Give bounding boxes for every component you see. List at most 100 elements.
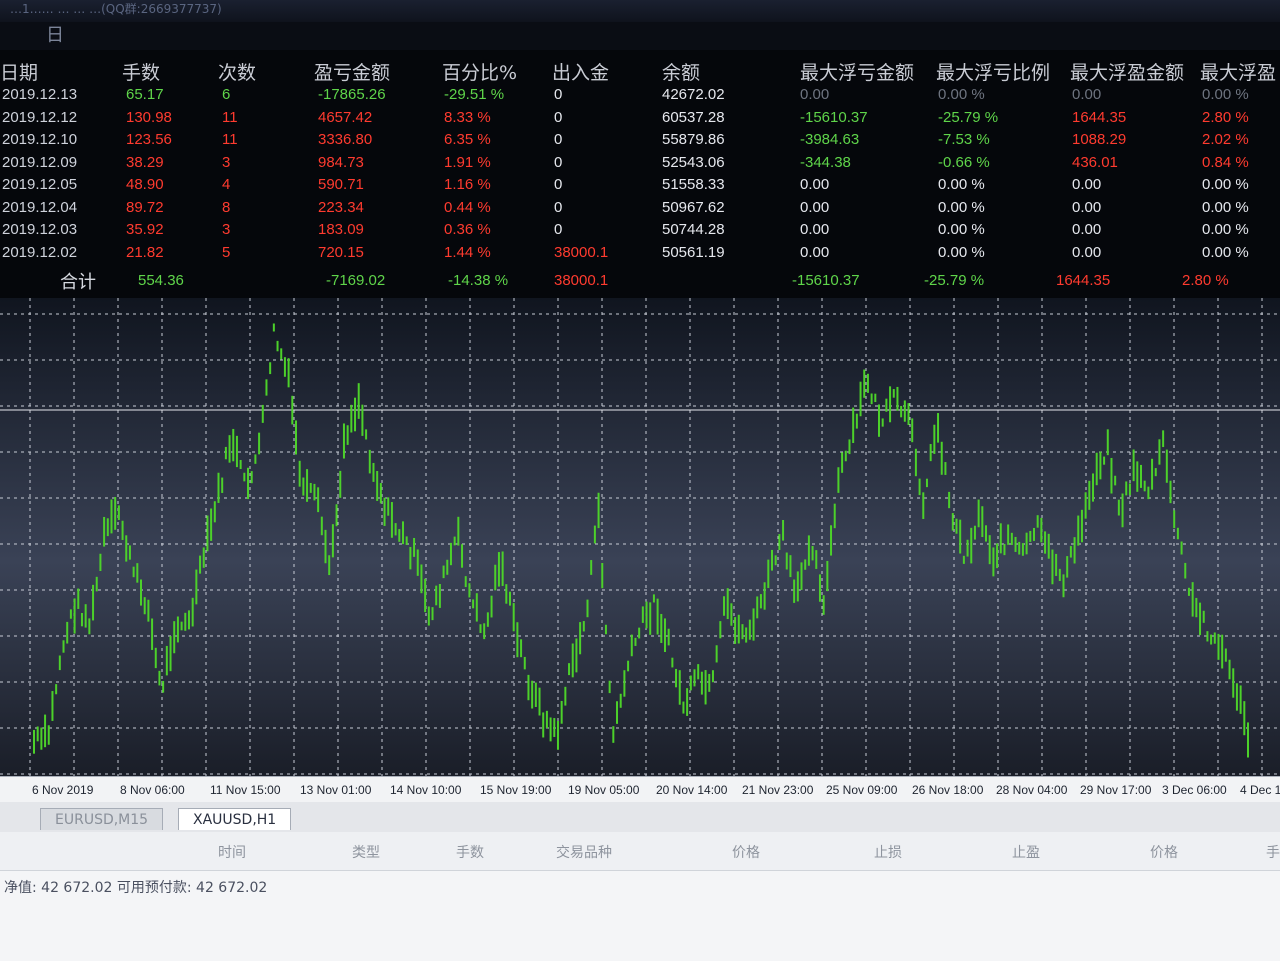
- cell-pnl: 984.73: [318, 153, 364, 171]
- col-header-0[interactable]: 日期: [0, 58, 38, 85]
- cell-max_fp_pct: 0.00 %: [1202, 198, 1249, 216]
- col-header-9[interactable]: 最大浮盈金额: [1070, 58, 1184, 85]
- time-axis-label: 26 Nov 18:00: [912, 783, 984, 797]
- cell-max_dd_pct: 0.00 %: [938, 86, 985, 103]
- cell-date: 2019.12.12: [2, 108, 78, 126]
- trade-columns-header: 时间 类型 手数 交易品种 价格 止损 止盈 价格 手: [0, 832, 1280, 870]
- cell-balance: 50744.28: [662, 221, 725, 238]
- cell-pnl: -17865.26: [318, 86, 386, 103]
- chart-canvas[interactable]: [0, 298, 1280, 776]
- time-axis-label: 13 Nov 01:00: [300, 783, 372, 797]
- cell-pct: 0.44 %: [444, 198, 491, 216]
- cell-pct: 1.91 %: [444, 153, 491, 171]
- time-axis-label: 3 Dec 06:00: [1162, 783, 1227, 797]
- total-max_dd_pct: -25.79 %: [924, 272, 985, 289]
- total-flow: 38000.1: [554, 272, 609, 289]
- cell-max_dd_pct: 0.00 %: [938, 176, 985, 193]
- cell-date: 2019.12.02: [2, 243, 78, 261]
- chart-tab-1[interactable]: XAUUSD,H1: [178, 808, 292, 830]
- cell-lots: 35.92: [126, 221, 164, 238]
- trade-col-0[interactable]: 时间: [218, 842, 246, 862]
- cell-flow: 0: [554, 198, 563, 216]
- cell-pnl: 183.09: [318, 221, 364, 238]
- trade-col-7[interactable]: 价格: [1150, 842, 1178, 862]
- time-axis-label: 4 Dec 1: [1240, 783, 1280, 797]
- col-header-4[interactable]: 百分比%: [442, 58, 517, 85]
- cell-max_fp: 1088.29: [1072, 131, 1127, 148]
- trade-col-2[interactable]: 手数: [456, 842, 484, 862]
- col-header-6[interactable]: 余额: [662, 58, 700, 85]
- total-max_dd: -15610.37: [792, 272, 860, 289]
- cell-flow: 0: [554, 131, 563, 148]
- cell-pct: 1.16 %: [444, 176, 491, 193]
- cell-date: 2019.12.09: [2, 153, 78, 171]
- cell-max_dd: 0.00: [800, 176, 830, 193]
- cell-balance: 55879.86: [662, 131, 725, 148]
- trade-col-6[interactable]: 止盈: [1012, 842, 1040, 862]
- cell-flow: 0: [554, 176, 563, 193]
- total-pnl: -7169.02: [326, 272, 386, 289]
- trade-col-4[interactable]: 价格: [732, 842, 760, 862]
- cell-pct: -29.51 %: [444, 86, 505, 103]
- time-axis-label: 21 Nov 23:00: [742, 783, 814, 797]
- cell-pct: 1.44 %: [444, 243, 491, 261]
- time-axis-label: 28 Nov 04:00: [996, 783, 1068, 797]
- cell-trades: 6: [222, 86, 231, 103]
- cell-lots: 123.56: [126, 131, 172, 148]
- cell-pct: 0.36 %: [444, 221, 491, 238]
- cell-balance: 60537.28: [662, 108, 725, 126]
- cell-date: 2019.12.05: [2, 176, 78, 193]
- period-tab[interactable]: 日: [40, 24, 70, 48]
- cell-max_dd: -344.38: [800, 153, 851, 171]
- col-header-3[interactable]: 盈亏金额: [314, 58, 390, 85]
- total-lots: 554.36: [138, 272, 184, 289]
- total-max_fp_pct: 2.80 %: [1182, 272, 1229, 289]
- cell-max_fp: 436.01: [1072, 153, 1118, 171]
- cell-max_fp_pct: 0.00 %: [1202, 86, 1249, 103]
- chart-background: [0, 298, 1280, 776]
- cell-max_dd_pct: 0.00 %: [938, 198, 985, 216]
- time-axis-label: 15 Nov 19:00: [480, 783, 552, 797]
- cell-max_dd: 0.00: [800, 198, 830, 216]
- cell-pnl: 590.71: [318, 176, 364, 193]
- cell-max_fp: 0.00: [1072, 243, 1102, 261]
- col-header-10[interactable]: 最大浮盈: [1200, 58, 1276, 85]
- cell-max_dd_pct: 0.00 %: [938, 221, 985, 238]
- cell-lots: 65.17: [126, 86, 164, 103]
- total-max_fp: 1644.35: [1056, 272, 1111, 289]
- chart-tab-0[interactable]: EURUSD,M15: [40, 808, 164, 830]
- trade-col-8[interactable]: 手: [1266, 842, 1280, 862]
- col-header-1[interactable]: 手数: [122, 58, 160, 85]
- total-pct: -14.38 %: [448, 272, 509, 289]
- col-header-8[interactable]: 最大浮亏比例: [936, 58, 1050, 85]
- cell-max_dd: 0.00: [800, 221, 830, 238]
- cell-lots: 21.82: [126, 243, 164, 261]
- cell-max_fp_pct: 0.00 %: [1202, 176, 1249, 193]
- cell-balance: 52543.06: [662, 153, 725, 171]
- trade-col-5[interactable]: 止损: [874, 842, 902, 862]
- col-header-7[interactable]: 最大浮亏金额: [800, 58, 914, 85]
- cell-trades: 5: [222, 243, 231, 261]
- trade-col-1[interactable]: 类型: [352, 842, 380, 862]
- cell-pnl: 4657.42: [318, 108, 373, 126]
- cell-trades: 3: [222, 221, 231, 238]
- col-header-2[interactable]: 次数: [218, 58, 256, 85]
- cell-balance: 51558.33: [662, 176, 725, 193]
- cell-max_fp_pct: 2.02 %: [1202, 131, 1249, 148]
- cell-trades: 3: [222, 153, 231, 171]
- cell-max_fp_pct: 2.80 %: [1202, 108, 1249, 126]
- col-header-5[interactable]: 出入金: [552, 58, 609, 85]
- cell-max_dd: -15610.37: [800, 108, 868, 126]
- totals-label: 合计: [60, 272, 96, 293]
- equity-status: 净值: 42 672.02 可用预付款: 42 672.02: [4, 880, 268, 896]
- cell-date: 2019.12.03: [2, 221, 78, 238]
- time-axis-label: 14 Nov 10:00: [390, 783, 462, 797]
- cell-max_dd: 0.00: [800, 243, 830, 261]
- price-chart[interactable]: [0, 298, 1280, 778]
- cell-max_fp: 1644.35: [1072, 108, 1127, 126]
- cell-trades: 8: [222, 198, 231, 216]
- cell-max_fp: 0.00: [1072, 86, 1102, 103]
- time-axis-label: 8 Nov 06:00: [120, 783, 185, 797]
- cell-max_fp_pct: 0.00 %: [1202, 243, 1249, 261]
- trade-col-3[interactable]: 交易品种: [556, 842, 612, 862]
